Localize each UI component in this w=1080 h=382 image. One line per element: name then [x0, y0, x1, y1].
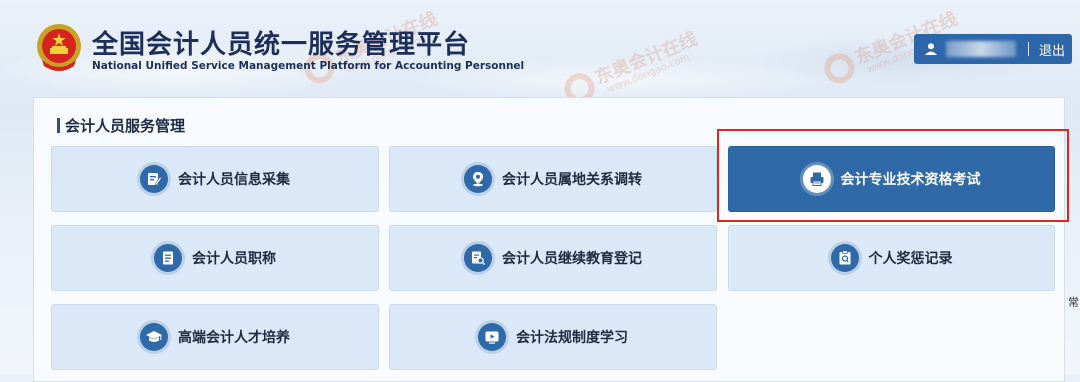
tile-label: 会计法规制度学习: [516, 330, 628, 346]
platform-subtitle: National Unified Service Management Plat…: [92, 60, 525, 72]
tile-rewards-penalties[interactable]: 个人奖惩记录: [728, 225, 1055, 291]
tile-regulation-study[interactable]: 会计法规制度学习: [389, 304, 717, 370]
tile-label: 会计人员继续教育登记: [502, 251, 642, 267]
tile-talent-training[interactable]: 高端会计人才培养: [51, 304, 379, 370]
user-icon[interactable]: [924, 42, 938, 56]
heading-bar: [57, 117, 60, 133]
username-redacted: [946, 41, 1016, 57]
tile-label: 会计人员信息采集: [178, 172, 290, 188]
video-play-icon: [478, 323, 506, 351]
tile-info-collection[interactable]: 会计人员信息采集: [51, 146, 379, 212]
section-title-text: 会计人员服务管理: [65, 116, 186, 135]
logout-button[interactable]: 退出: [1039, 40, 1065, 59]
tile-label: 个人奖惩记录: [868, 251, 953, 267]
search-document-icon: [464, 244, 492, 272]
record-book-icon: [830, 244, 859, 272]
document-icon: [154, 244, 182, 272]
tile-label: 高端会计人才培养: [178, 330, 290, 346]
national-emblem-icon: [37, 24, 81, 71]
side-panel-text: 常: [1068, 296, 1079, 309]
platform-title: 全国会计人员统一服务管理平台: [92, 30, 471, 60]
location-pin-icon: [464, 165, 492, 193]
divider: [1028, 42, 1029, 56]
tile-label: 会计人员属地关系调转: [502, 172, 642, 188]
section-heading: 会计人员服务管理: [57, 116, 186, 135]
edit-form-icon: [140, 165, 168, 193]
tile-territorial-transfer[interactable]: 会计人员属地关系调转: [389, 146, 717, 212]
tile-continuing-education[interactable]: 会计人员继续教育登记: [389, 225, 717, 291]
tile-label: 会计人员职称: [192, 251, 276, 267]
tile-professional-title[interactable]: 会计人员职称: [51, 225, 379, 291]
app-header: 全国会计人员统一服务管理平台 National Unified Service …: [0, 0, 1080, 96]
graduation-cap-icon: [140, 323, 168, 351]
user-account-bar: 退出: [914, 34, 1072, 64]
selection-highlight-frame: [717, 129, 1069, 222]
